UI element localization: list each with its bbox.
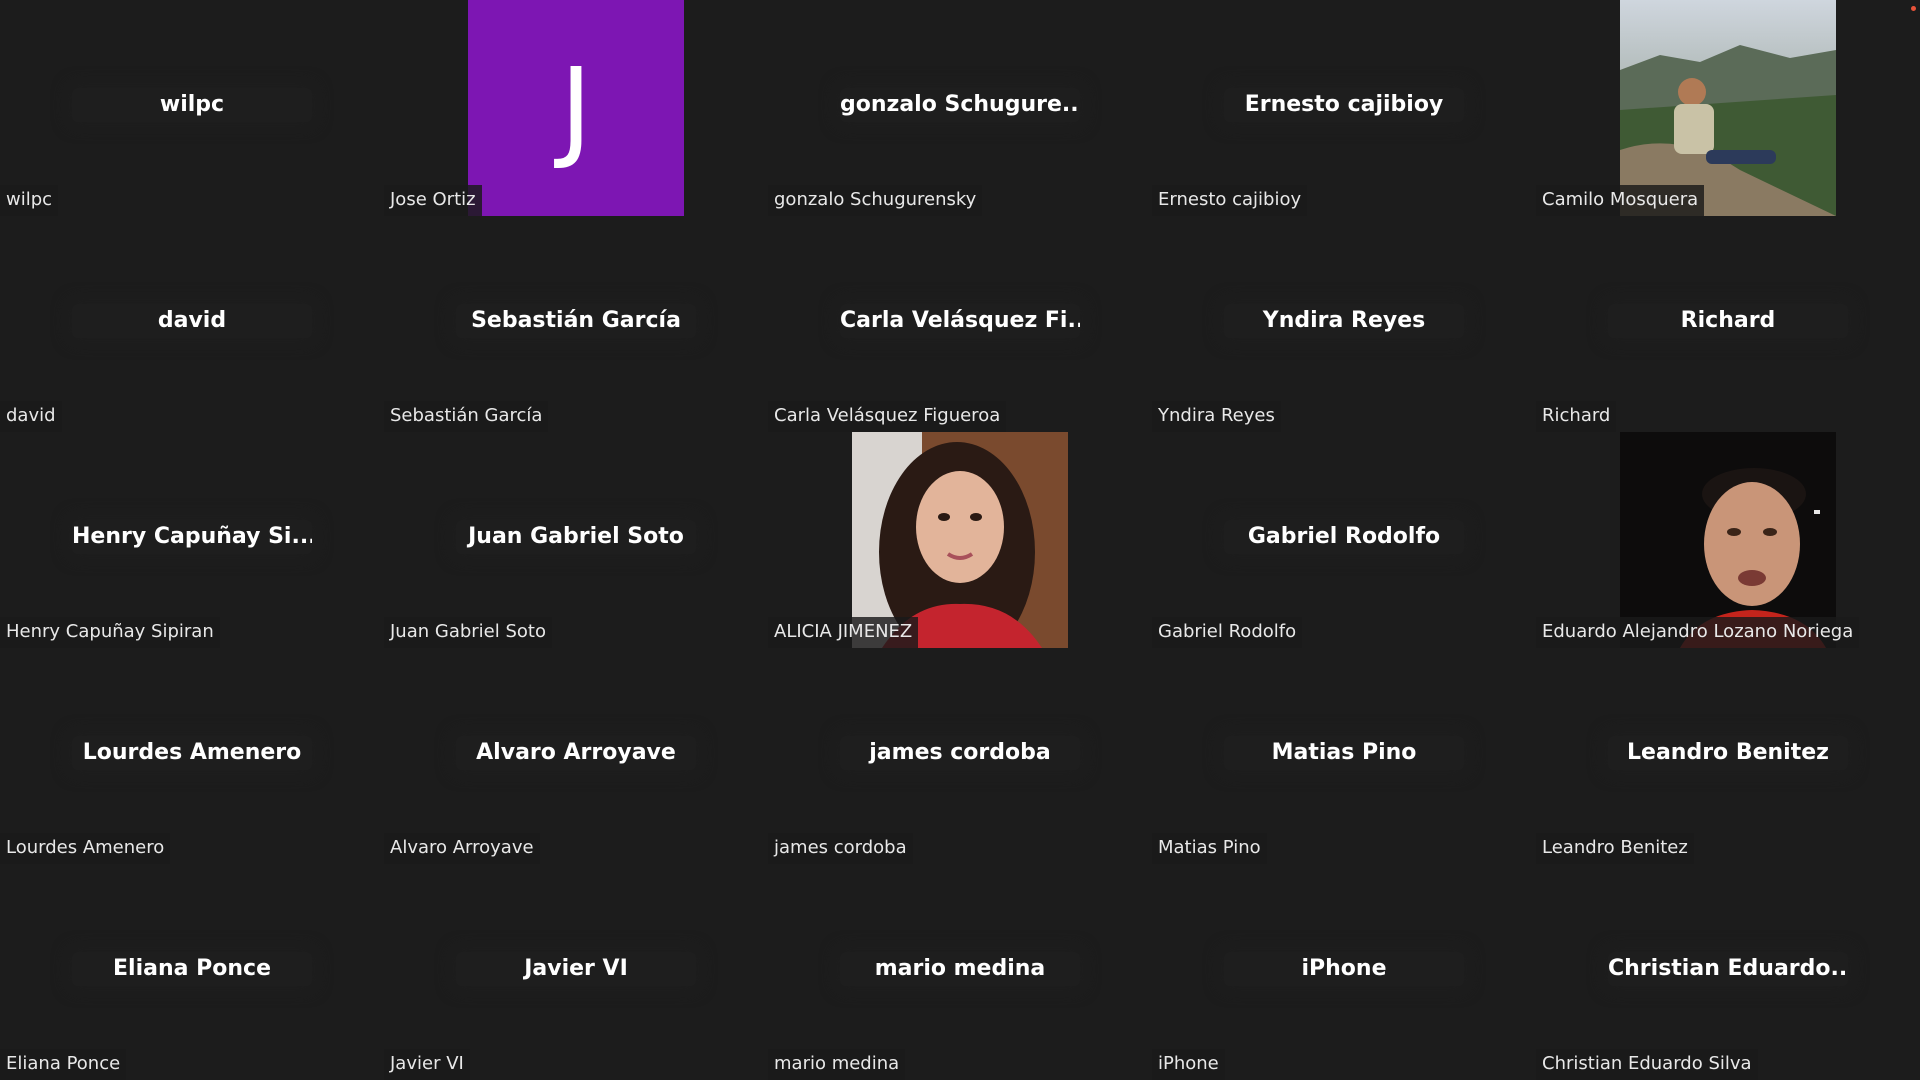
participant-name-label: iPhone (1152, 1049, 1225, 1080)
participant-display-name: wilpc (72, 88, 312, 122)
participant-name-label: Leandro Benitez (1536, 833, 1694, 864)
participant-name-label: david (0, 401, 62, 432)
participant-display-name: Juan Gabriel Soto (456, 520, 696, 554)
avatar: J (468, 0, 684, 216)
participant-tile[interactable]: Javier VI Javier VI (384, 864, 768, 1080)
participant-name-label: Alvaro Arroyave (384, 833, 540, 864)
participant-name-label: Christian Eduardo Silva (1536, 1049, 1758, 1080)
participant-name-label: Lourdes Amenero (0, 833, 171, 864)
participant-name-label: Gabriel Rodolfo (1152, 617, 1303, 648)
participant-display-name: james cordoba (840, 736, 1080, 770)
participant-tile[interactable]: Alvaro Arroyave Alvaro Arroyave (384, 648, 768, 864)
participant-name-label: Sebastián García (384, 401, 549, 432)
participant-display-name: Gabriel Rodolfo (1224, 520, 1464, 554)
participant-name-label: Jose Ortiz (384, 185, 482, 216)
participant-display-name: mario medina (840, 952, 1080, 986)
participant-video (1620, 0, 1836, 216)
participant-tile[interactable]: gonzalo Schugure... gonzalo Schugurensky (768, 0, 1152, 216)
participant-tile[interactable]: Sebastián García Sebastián García (384, 216, 768, 432)
participant-display-name: Eliana Ponce (72, 952, 312, 986)
participant-name-label: Camilo Mosquera (1536, 185, 1705, 216)
participant-display-name: Henry Capuñay Si... (72, 520, 312, 554)
participant-display-name: Christian Eduardo... (1608, 952, 1848, 986)
participant-tile[interactable]: Carla Velásquez Fi... Carla Velásquez Fig… (768, 216, 1152, 432)
participant-tile[interactable]: Eduardo Alejandro Lozano Noriega (1536, 432, 1920, 648)
landscape-photo (1620, 0, 1836, 216)
participant-tile[interactable]: james cordoba james cordoba (768, 648, 1152, 864)
participant-display-name: Lourdes Amenero (72, 736, 312, 770)
participant-tile[interactable]: mario medina mario medina (768, 864, 1152, 1080)
participant-tile[interactable]: wilpc wilpc (0, 0, 384, 216)
participant-name-label: Eliana Ponce (0, 1049, 127, 1080)
participant-video (1620, 432, 1836, 648)
participant-tile[interactable]: Gabriel Rodolfo Gabriel Rodolfo (1152, 432, 1536, 648)
participant-name-label: Juan Gabriel Soto (384, 617, 552, 648)
participant-tile[interactable]: Leandro Benitez Leandro Benitez (1536, 648, 1920, 864)
participant-video-man (1620, 432, 1836, 648)
participant-display-name: Leandro Benitez (1608, 736, 1848, 770)
participant-tile[interactable]: Yndira Reyes Yndira Reyes (1152, 216, 1536, 432)
participant-name-label: Ernesto cajibioy (1152, 185, 1308, 216)
participant-display-name: Matias Pino (1224, 736, 1464, 770)
participant-display-name: Sebastián García (456, 304, 696, 338)
participant-name-label: Richard (1536, 401, 1617, 432)
participant-tile[interactable]: iPhone iPhone (1152, 864, 1536, 1080)
participant-display-name: Ernesto cajibioy (1224, 88, 1464, 122)
participant-name-label: james cordoba (768, 833, 913, 864)
participant-tile[interactable]: Ernesto cajibioy Ernesto cajibioy (1152, 0, 1536, 216)
participant-name-label: Javier VI (384, 1049, 470, 1080)
participant-display-name: david (72, 304, 312, 338)
participant-name-label: ALICIA JIMENEZ (768, 617, 919, 648)
participant-name-label: gonzalo Schugurensky (768, 185, 983, 216)
participant-display-name: gonzalo Schugure... (840, 88, 1080, 122)
participant-display-name: Yndira Reyes (1224, 304, 1464, 338)
participant-video-woman (852, 432, 1068, 648)
participant-tile[interactable]: Richard Richard (1536, 216, 1920, 432)
participant-tile[interactable]: J Jose Ortiz (384, 0, 768, 216)
participant-display-name: Richard (1608, 304, 1848, 338)
participant-name-label: Eduardo Alejandro Lozano Noriega (1536, 617, 1860, 648)
participant-display-name: Javier VI (456, 952, 696, 986)
participant-tile[interactable]: Matias Pino Matias Pino (1152, 648, 1536, 864)
participant-display-name: Carla Velásquez Fi... (840, 304, 1080, 338)
participant-tile[interactable]: Lourdes Amenero Lourdes Amenero (0, 648, 384, 864)
participant-tile[interactable]: Eliana Ponce Eliana Ponce (0, 864, 384, 1080)
participant-name-label: Matias Pino (1152, 833, 1267, 864)
participant-display-name: iPhone (1224, 952, 1464, 986)
participant-name-label: Carla Velásquez Figueroa (768, 401, 1007, 432)
participant-name-label: Henry Capuñay Sipiran (0, 617, 220, 648)
participant-tile[interactable]: Christian Eduardo... Christian Eduardo Si… (1536, 864, 1920, 1080)
participant-name-label: mario medina (768, 1049, 906, 1080)
participant-tile[interactable]: Juan Gabriel Soto Juan Gabriel Soto (384, 432, 768, 648)
status-dot (1911, 6, 1916, 11)
participant-tile[interactable]: Henry Capuñay Si... Henry Capuñay Sipiran (0, 432, 384, 648)
participant-name-label: wilpc (0, 185, 59, 216)
participant-tile[interactable]: ALICIA JIMENEZ (768, 432, 1152, 648)
participant-tile[interactable]: Camilo Mosquera (1536, 0, 1920, 216)
participant-display-name: Alvaro Arroyave (456, 736, 696, 770)
meeting-gallery-view: wilpc wilpc J Jose Ortiz gonzalo Schugure...… (0, 0, 1920, 1080)
participant-grid: wilpc wilpc J Jose Ortiz gonzalo Schugure...… (0, 0, 1920, 1080)
participant-tile[interactable]: david david (0, 216, 384, 432)
participant-name-label: Yndira Reyes (1152, 401, 1281, 432)
participant-video (852, 432, 1068, 648)
